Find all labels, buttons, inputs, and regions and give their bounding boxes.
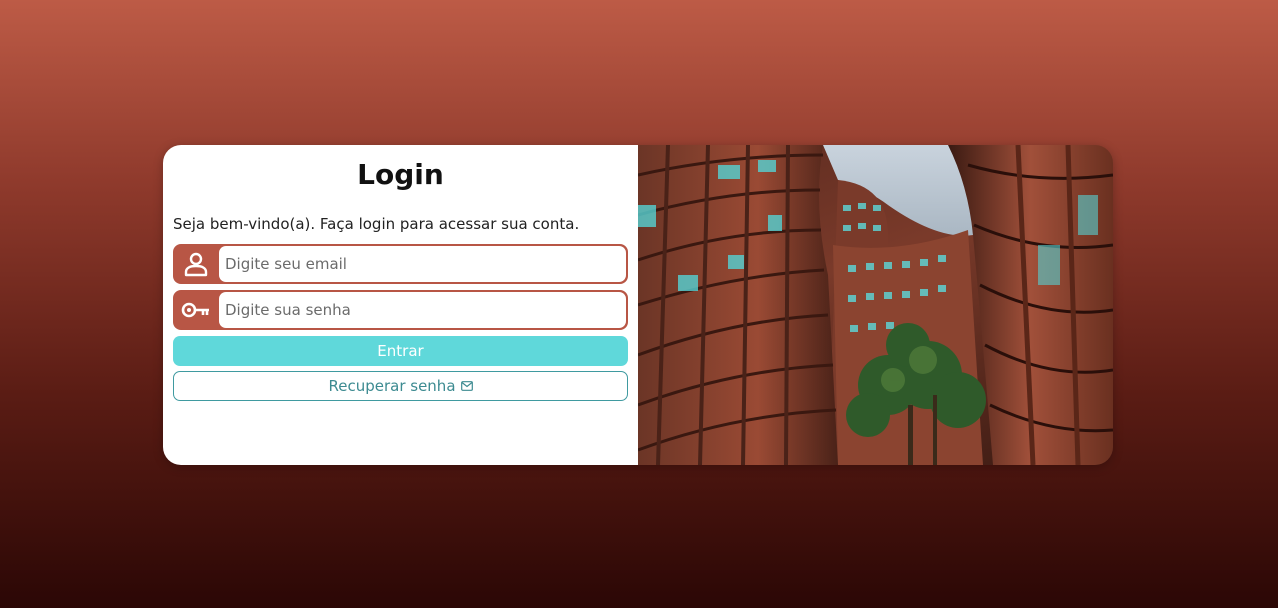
password-field-group: [173, 290, 628, 330]
submit-button[interactable]: Entrar: [173, 336, 628, 366]
page-title: Login: [357, 158, 444, 191]
login-panel: Login Seja bem-vindo(a). Faça login para…: [163, 145, 638, 465]
welcome-text: Seja bem-vindo(a). Faça login para acess…: [173, 215, 580, 233]
email-field-group: [173, 244, 628, 284]
user-icon: [173, 246, 219, 282]
login-card: Login Seja bem-vindo(a). Faça login para…: [163, 145, 1113, 465]
email-field[interactable]: [219, 246, 626, 282]
key-icon: [173, 292, 219, 328]
password-field[interactable]: [219, 292, 626, 328]
mail-icon: [460, 377, 473, 395]
building-photo: [638, 145, 1113, 465]
recover-password-button[interactable]: Recuperar senha: [173, 371, 628, 401]
recover-label: Recuperar senha: [328, 377, 456, 395]
